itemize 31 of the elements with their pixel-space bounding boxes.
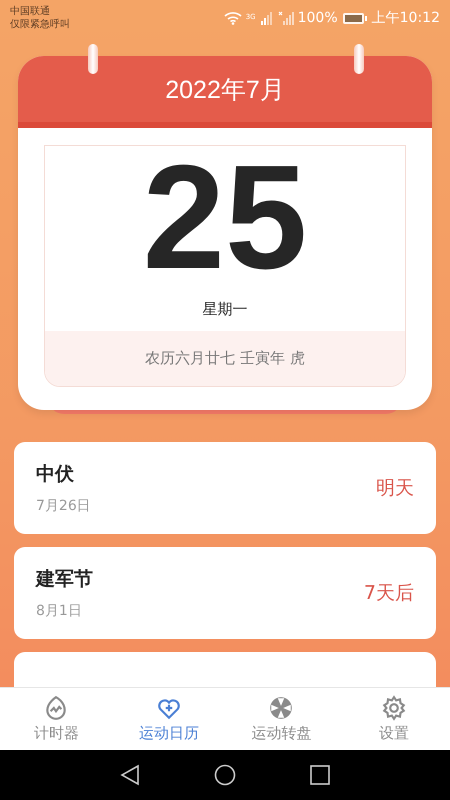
- carrier-name: 中国联通: [10, 5, 51, 18]
- weekday: 星期一: [202, 300, 248, 319]
- clock: 上午10:12: [372, 9, 440, 27]
- countdown: 明天: [376, 476, 414, 501]
- countdown: 7天后: [364, 581, 414, 606]
- event-date: 8月1日: [36, 602, 83, 620]
- calendar-month: 2022年7月: [18, 56, 432, 128]
- battery-percent: 100%: [298, 10, 338, 26]
- settings-icon: [380, 695, 407, 721]
- event-card[interactable]: 建军节 8月1日 7天后: [14, 547, 436, 639]
- wifi-icon: [224, 11, 242, 25]
- home-icon[interactable]: [214, 764, 236, 786]
- event-name: 中伏: [36, 462, 75, 487]
- binder-ring: [354, 44, 364, 74]
- back-icon[interactable]: [120, 764, 140, 786]
- battery-icon: [342, 12, 368, 24]
- nav-tab[interactable]: 计时器: [0, 688, 112, 750]
- nav-tab[interactable]: 设置: [338, 688, 450, 750]
- event-name: 建军节: [36, 567, 93, 592]
- nav-tab[interactable]: 运动日历: [112, 688, 225, 750]
- signal-icon: [260, 11, 274, 25]
- calendar-day: 25: [142, 156, 308, 280]
- event-card[interactable]: 中伏 7月26日 明天: [14, 442, 436, 534]
- wheel-icon: [268, 695, 294, 721]
- no-signal-icon: [278, 11, 294, 25]
- nav-tab[interactable]: 运动转盘: [225, 688, 338, 750]
- event-date: 7月26日: [36, 497, 91, 515]
- recents-icon[interactable]: [310, 765, 330, 785]
- binder-ring: [88, 44, 98, 74]
- carrier-note: 仅限紧急呼叫: [10, 18, 70, 31]
- lunar-date: 农历六月廿七 壬寅年 虎: [45, 331, 405, 386]
